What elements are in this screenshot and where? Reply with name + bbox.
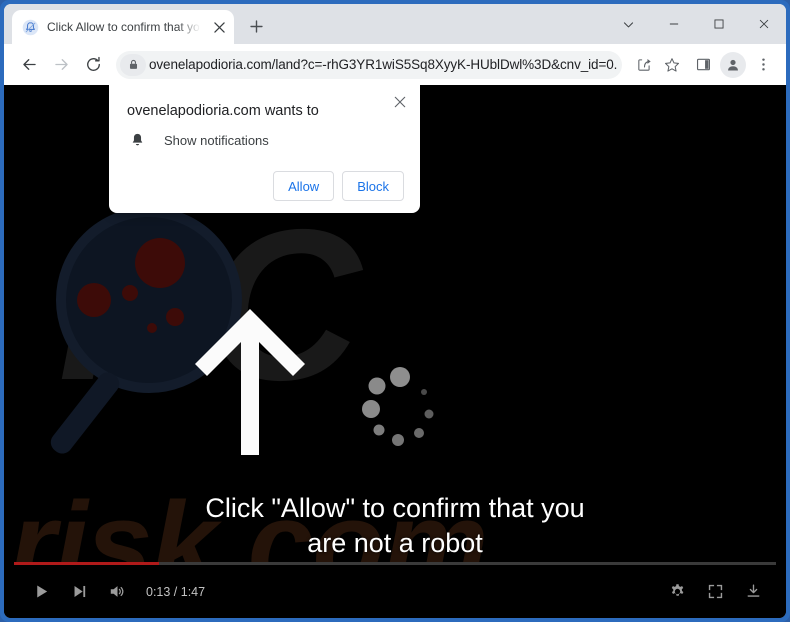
video-player-controls: 0:13 / 1:47 <box>4 562 786 618</box>
avatar[interactable] <box>720 51 746 78</box>
back-icon[interactable] <box>14 50 44 80</box>
lock-icon[interactable] <box>120 53 146 76</box>
block-button[interactable]: Block <box>342 171 404 201</box>
overflow-menu-icon[interactable] <box>748 50 778 80</box>
address-bar[interactable]: ovenelapodioria.com/land?c=-rhG3YR1wiS5S… <box>116 50 622 79</box>
page-headline: Click "Allow" to confirm that you are no… <box>4 495 786 557</box>
omnibox-actions <box>630 51 686 79</box>
bookmark-star-icon[interactable] <box>658 51 686 79</box>
share-icon[interactable] <box>630 51 658 79</box>
headline-line-2: are not a robot <box>307 528 483 558</box>
window-controls <box>606 4 786 44</box>
download-icon[interactable] <box>734 573 772 611</box>
allow-button[interactable]: Allow <box>273 171 335 201</box>
bell-icon <box>129 132 146 149</box>
arrow-up-icon <box>189 307 311 457</box>
headline-line-1: Click "Allow" to confirm that you <box>205 493 585 523</box>
next-track-icon[interactable] <box>60 573 98 611</box>
loading-spinner-icon <box>361 367 439 449</box>
fullscreen-icon[interactable] <box>696 573 734 611</box>
browser-toolbar: ovenelapodioria.com/land?c=-rhG3YR1wiS5S… <box>4 44 786 85</box>
reload-icon[interactable] <box>78 50 108 80</box>
tab-search-chevron-down-icon[interactable] <box>606 4 651 44</box>
url-text: ovenelapodioria.com/land?c=-rhG3YR1wiS5S… <box>149 57 618 72</box>
bell-icon <box>22 19 39 36</box>
new-tab-button[interactable] <box>243 13 269 39</box>
gear-icon[interactable] <box>658 573 696 611</box>
video-time-label: 0:13 / 1:47 <box>146 584 206 599</box>
tab-title: Click Allow to confirm that you are not … <box>47 20 202 34</box>
minimize-icon[interactable] <box>651 4 696 44</box>
permission-row: Show notifications <box>127 132 404 149</box>
toolbar-right-actions <box>688 50 778 80</box>
close-icon[interactable] <box>210 18 228 36</box>
play-icon[interactable] <box>22 573 60 611</box>
browser-window-frame: Click Allow to confirm that you are not … <box>0 0 790 622</box>
close-icon[interactable] <box>389 91 411 113</box>
page-viewport: PC risk.com <box>4 85 786 618</box>
notification-permission-dialog: ovenelapodioria.com wants to Show notifi… <box>109 85 420 213</box>
side-panel-icon[interactable] <box>688 50 718 80</box>
browser-tab[interactable]: Click Allow to confirm that you are not … <box>12 10 234 44</box>
tab-strip: Click Allow to confirm that you are not … <box>4 4 786 44</box>
forward-icon[interactable] <box>46 50 76 80</box>
volume-icon[interactable] <box>98 573 136 611</box>
close-window-icon[interactable] <box>741 4 786 44</box>
browser-window: Click Allow to confirm that you are not … <box>4 4 786 618</box>
video-controls-row: 0:13 / 1:47 <box>4 565 786 618</box>
permission-dialog-actions: Allow Block <box>127 171 404 201</box>
maximize-icon[interactable] <box>696 4 741 44</box>
permission-dialog-title: ovenelapodioria.com wants to <box>127 103 319 119</box>
permission-label: Show notifications <box>164 133 269 148</box>
